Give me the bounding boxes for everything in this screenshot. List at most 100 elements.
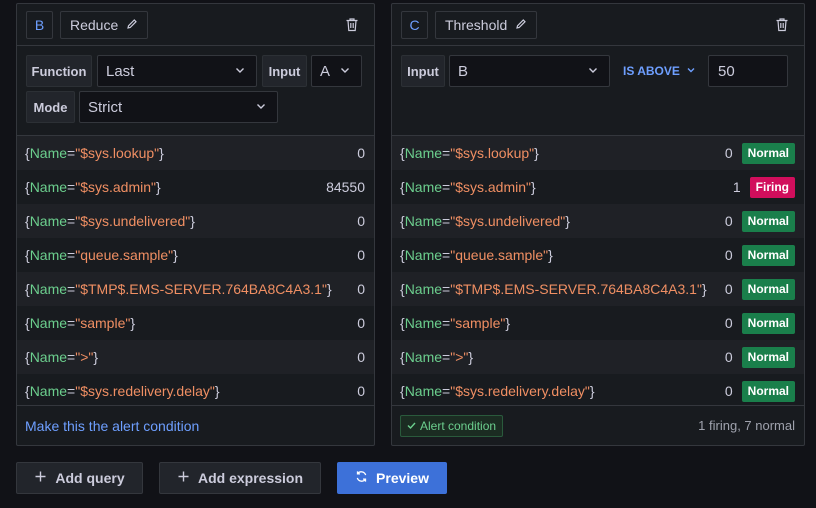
input-select[interactable]: A (311, 55, 362, 87)
series-value: 84550 (326, 179, 365, 195)
table-row: {Name="$sys.undelivered"} 0 Normal (392, 204, 804, 238)
preview-button[interactable]: Preview (337, 462, 447, 494)
operator-label: IS ABOVE (623, 64, 680, 78)
series-value: 0 (357, 383, 365, 399)
table-row: {Name="$sys.lookup"} 0 Normal (392, 136, 804, 170)
table-row: {Name="$sys.admin"} 84550 (17, 170, 374, 204)
input-select-value: B (458, 62, 469, 80)
table-row: {Name="$sys.lookup"} 0 (17, 136, 374, 170)
series-labels: {Name="$sys.lookup"} (25, 145, 164, 161)
expression-type-label: Reduce (70, 17, 119, 33)
status-badge: Firing (749, 176, 795, 198)
table-row: {Name="$TMP$.EMS-SERVER.764BA8C4A3.1"} 0 (17, 272, 374, 306)
series-labels: {Name="$sys.admin"} (25, 179, 161, 195)
add-query-label: Add query (55, 470, 125, 486)
preview-label: Preview (376, 470, 429, 486)
threshold-value-input[interactable]: 50 (708, 55, 788, 87)
chevron-down-icon (339, 63, 351, 80)
status-badge: Normal (741, 312, 795, 334)
pencil-icon[interactable] (126, 17, 138, 33)
function-select[interactable]: Last (97, 55, 257, 87)
plus-icon (177, 470, 190, 486)
input-select-value: A (320, 62, 331, 80)
series-value: 0 (724, 315, 733, 331)
alert-condition-chip: Alert condition (400, 414, 504, 437)
series-value: 0 (724, 145, 733, 161)
function-label: Function (26, 55, 92, 87)
table-row: {Name="$TMP$.EMS-SERVER.764BA8C4A3.1"} 0… (392, 272, 804, 306)
input-label: Input (262, 55, 307, 87)
mode-select-value: Strict (88, 98, 123, 116)
expression-type-label: Threshold (445, 17, 508, 33)
function-select-value: Last (106, 62, 135, 80)
series-labels: {Name="queue.sample"} (400, 247, 553, 263)
table-row: {Name="queue.sample"} 0 (17, 238, 374, 272)
series-value: 0 (724, 281, 733, 297)
add-expression-label: Add expression (197, 470, 304, 486)
plus-icon (34, 470, 47, 486)
series-value: 0 (357, 247, 365, 263)
table-row: {Name=">"} 0 (17, 340, 374, 374)
series-value: 0 (357, 281, 365, 297)
status-badge: Normal (741, 210, 795, 232)
series-list: {Name="$sys.lookup"} 0 {Name="$sys.admin… (17, 136, 374, 408)
check-icon (407, 419, 416, 433)
series-value: 0 (724, 247, 733, 263)
series-labels: {Name=">"} (400, 349, 474, 365)
input-select[interactable]: B (449, 55, 610, 87)
make-alert-condition-link[interactable]: Make this the alert condition (25, 418, 199, 434)
series-labels: {Name="$sys.lookup"} (400, 145, 539, 161)
series-labels: {Name="$sys.undelivered"} (400, 213, 570, 229)
table-row: {Name="$sys.redelivery.delay"} 0 (17, 374, 374, 408)
series-value: 0 (357, 315, 365, 331)
table-row: {Name="queue.sample"} 0 Normal (392, 238, 804, 272)
status-badge: Normal (741, 142, 795, 164)
expression-panel-reduce: B Reduce Function Last Input A Mode Stri… (16, 3, 375, 446)
series-labels: {Name="$sys.redelivery.delay"} (25, 383, 220, 399)
expression-type-chip[interactable]: Reduce (60, 11, 149, 39)
panel-footer: Make this the alert condition (17, 405, 374, 445)
input-label: Input (401, 55, 445, 87)
panel-footer: Alert condition 1 firing, 7 normal (392, 405, 804, 445)
trash-icon[interactable] (775, 17, 791, 33)
ref-id-badge[interactable]: C (401, 11, 428, 39)
series-value: 0 (724, 213, 733, 229)
pencil-icon[interactable] (515, 17, 527, 33)
chevron-down-icon (686, 64, 696, 78)
mode-label: Mode (26, 91, 75, 123)
panel-header: C Threshold (392, 4, 804, 46)
series-labels: {Name="$sys.undelivered"} (25, 213, 195, 229)
add-expression-button[interactable]: Add expression (159, 462, 321, 494)
series-value: 0 (357, 145, 365, 161)
trash-icon[interactable] (345, 17, 361, 33)
series-value: 0 (724, 349, 733, 365)
table-row: {Name="$sys.undelivered"} 0 (17, 204, 374, 238)
series-labels: {Name="$sys.redelivery.delay"} (400, 383, 595, 399)
sync-icon (355, 470, 368, 486)
reduce-settings: Function Last Input A Mode Strict (17, 46, 374, 136)
panel-header: B Reduce (17, 4, 374, 46)
table-row: {Name="$sys.redelivery.delay"} 0 Normal (392, 374, 804, 408)
table-row: {Name="sample"} 0 Normal (392, 306, 804, 340)
mode-select[interactable]: Strict (79, 91, 278, 123)
add-query-button[interactable]: Add query (16, 462, 143, 494)
series-labels: {Name="sample"} (25, 315, 136, 331)
series-labels: {Name="queue.sample"} (25, 247, 178, 263)
threshold-settings: Input B IS ABOVE 50 (392, 46, 804, 136)
ref-id-badge[interactable]: B (26, 11, 53, 39)
series-value: 0 (357, 349, 365, 365)
chevron-down-icon (255, 99, 267, 116)
series-value: 1 (732, 179, 741, 195)
expression-type-chip[interactable]: Threshold (435, 11, 538, 39)
expression-panel-threshold: C Threshold Input B IS ABOVE 50 {Name="$… (391, 3, 805, 446)
table-row: {Name=">"} 0 Normal (392, 340, 804, 374)
table-row: {Name="$sys.admin"} 1 Firing (392, 170, 804, 204)
status-badge: Normal (741, 346, 795, 368)
chevron-down-icon (234, 63, 246, 80)
series-list: {Name="$sys.lookup"} 0 Normal {Name="$sy… (392, 136, 804, 408)
firing-summary: 1 firing, 7 normal (698, 418, 795, 433)
status-badge: Normal (741, 380, 795, 402)
alert-condition-label: Alert condition (420, 418, 497, 433)
operator-dropdown[interactable]: IS ABOVE (623, 55, 696, 87)
chevron-down-icon (587, 63, 599, 80)
